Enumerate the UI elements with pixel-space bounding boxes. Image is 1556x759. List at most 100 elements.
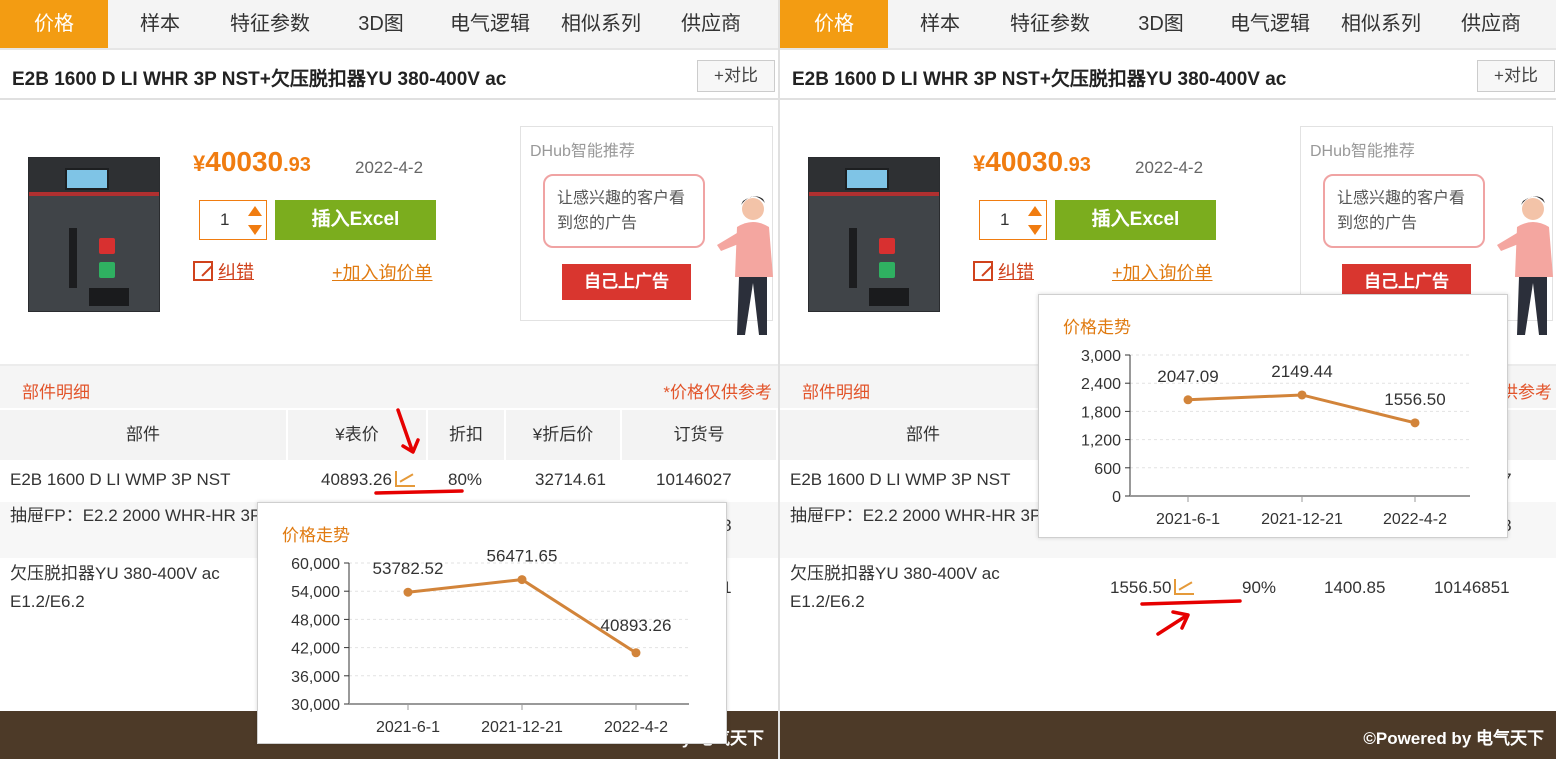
tab-suppliers[interactable]: 供应商: [673, 0, 749, 48]
col-net-price: ¥折后价: [506, 410, 622, 460]
tab-price[interactable]: 价格: [0, 0, 108, 48]
title-bar: E2B 1600 D LI WHR 3P NST+欠压脱扣器YU 380-400…: [0, 52, 778, 100]
decrement-icon[interactable]: [1028, 225, 1042, 235]
product-image: [808, 157, 940, 312]
tab-bar: 价格 样本 特征参数 3D图 电气逻辑 相似系列 供应商: [0, 0, 778, 50]
y-tick-label: 48,000: [291, 612, 340, 629]
x-tick-label: 2021-12-21: [481, 719, 563, 736]
data-label: 53782.52: [373, 559, 444, 578]
ad-box: DHub智能推荐 让感兴趣的客户看到您的广告 自己上广告: [520, 126, 773, 335]
left-panel: 价格 样本 特征参数 3D图 电气逻辑 相似系列 供应商 E2B 1600 D …: [0, 0, 778, 759]
compare-button[interactable]: +对比: [697, 60, 775, 92]
price-trend-popup: 价格走势 30,000 36,000 42,000 48,000 54,000 60,00…: [257, 502, 727, 744]
price-trend-icon[interactable]: [394, 471, 415, 487]
col-list-price: ¥表价: [288, 410, 428, 460]
y-tick-label: 600: [1094, 461, 1121, 478]
price: ¥40030.93: [973, 146, 1091, 177]
tab-similar-series[interactable]: 相似系列: [1333, 0, 1429, 48]
quantity-value: 1: [1000, 210, 1010, 229]
edit-icon: [193, 261, 213, 281]
price-trend-icon[interactable]: [1174, 579, 1195, 595]
price: ¥40030.93: [193, 146, 311, 177]
tab-3d[interactable]: 3D图: [350, 0, 412, 48]
col-part: 部件: [780, 410, 1068, 460]
parts-section-header: 部件明细 *价格仅供参考: [0, 364, 778, 408]
tab-electrical-logic[interactable]: 电气逻辑: [442, 0, 538, 48]
price-trend-popup: 价格走势 0 600 1,200 1,800 2,400 3,000 2021-6-1 202…: [1038, 294, 1508, 538]
y-tick-label: 36,000: [291, 669, 340, 686]
data-label: 40893.26: [601, 616, 672, 635]
x-tick-label: 2021-12-21: [1261, 511, 1343, 528]
quantity-stepper[interactable]: 1: [199, 200, 267, 240]
increment-icon[interactable]: [248, 206, 262, 216]
data-point: [631, 648, 641, 658]
tab-suppliers[interactable]: 供应商: [1453, 0, 1529, 48]
footer: ©Powered by 电气天下: [780, 711, 1556, 759]
report-error-link[interactable]: 纠错: [973, 258, 1034, 284]
add-inquiry-link[interactable]: +加入询价单: [1112, 259, 1213, 285]
ad-box: DHub智能推荐 让感兴趣的客户看到您的广告 自己上广告: [1300, 126, 1553, 335]
y-tick-label: 3,000: [1081, 348, 1121, 365]
price-trend-chart: 30,000 36,000 42,000 48,000 54,000 60,000 2021…: [291, 547, 689, 736]
data-point: [1183, 395, 1193, 405]
tab-similar-series[interactable]: 相似系列: [553, 0, 649, 48]
add-inquiry-link[interactable]: +加入询价单: [332, 259, 433, 285]
ad-title: DHub智能推荐: [530, 143, 635, 160]
compare-button[interactable]: +对比: [1477, 60, 1555, 92]
price-trend-chart: 0 600 1,200 1,800 2,400 3,000 2021-6-1 2021-12-…: [1081, 348, 1470, 528]
advertise-button[interactable]: 自己上广告: [562, 264, 691, 300]
tab-price[interactable]: 价格: [780, 0, 888, 48]
data-label: 56471.65: [487, 547, 558, 566]
product-image: [28, 157, 160, 312]
table-row: E2B 1600 D LI WMP 3P NST 40893.26 80% 32…: [10, 470, 732, 489]
y-tick-label: 30,000: [291, 697, 340, 714]
price-date: 2022-4-2: [1135, 158, 1204, 177]
tab-sample[interactable]: 样本: [128, 0, 192, 48]
data-point: [403, 587, 413, 597]
tab-features[interactable]: 特征参数: [218, 0, 322, 48]
y-tick-label: 1,200: [1081, 433, 1121, 450]
y-tick-label: 1,800: [1081, 404, 1121, 421]
data-point: [1410, 418, 1420, 428]
ad-bubble: 让感兴趣的客户看到您的广告: [543, 174, 705, 248]
parts-section-title: 部件明细: [22, 383, 90, 402]
footer-text: ©Powered by 电气天下: [1363, 729, 1544, 748]
decrement-icon[interactable]: [248, 225, 262, 235]
tab-bar: 价格 样本 特征参数 3D图 电气逻辑 相似系列 供应商: [780, 0, 1556, 50]
y-tick-label: 54,000: [291, 584, 340, 601]
y-tick-label: 2,400: [1081, 376, 1121, 393]
insert-excel-button[interactable]: 插入Excel: [1055, 200, 1216, 240]
product-title: E2B 1600 D LI WHR 3P NST+欠压脱扣器YU 380-400…: [792, 69, 1287, 90]
col-part: 部件: [0, 410, 288, 460]
product-title: E2B 1600 D LI WHR 3P NST+欠压脱扣器YU 380-400…: [12, 69, 507, 90]
tab-features[interactable]: 特征参数: [998, 0, 1102, 48]
tab-3d[interactable]: 3D图: [1130, 0, 1192, 48]
person-illustration: [717, 196, 773, 335]
y-tick-label: 0: [1112, 489, 1121, 506]
table-header: 部件 ¥表价 折扣 ¥折后价 订货号: [0, 410, 778, 460]
quantity-value: 1: [220, 210, 230, 229]
table-row: 欠压脱扣器YU 380-400V ac E1.2/E6.2 1556.50 90…: [790, 564, 1510, 611]
tab-electrical-logic[interactable]: 电气逻辑: [1222, 0, 1318, 48]
increment-icon[interactable]: [1028, 206, 1042, 216]
data-point: [517, 575, 527, 585]
x-tick-label: 2021-6-1: [376, 719, 440, 736]
data-point: [1297, 390, 1307, 400]
ad-title: DHub智能推荐: [1310, 143, 1415, 160]
data-label: 2047.09: [1157, 367, 1218, 386]
report-error-link[interactable]: 纠错: [193, 258, 254, 284]
right-panel: 价格 样本 特征参数 3D图 电气逻辑 相似系列 供应商 E2B 1600 D …: [778, 0, 1556, 759]
tab-sample[interactable]: 样本: [908, 0, 972, 48]
x-tick-label: 2022-4-2: [1383, 511, 1447, 528]
quantity-stepper[interactable]: 1: [979, 200, 1047, 240]
x-tick-label: 2021-6-1: [1156, 511, 1220, 528]
insert-excel-button[interactable]: 插入Excel: [275, 200, 436, 240]
parts-section-title: 部件明细: [802, 383, 870, 402]
data-label: 1556.50: [1384, 390, 1445, 409]
edit-icon: [973, 261, 993, 281]
data-label: 2149.44: [1271, 362, 1332, 381]
y-tick-label: 42,000: [291, 641, 340, 658]
col-order-no: 订货号: [622, 410, 778, 460]
price-date: 2022-4-2: [355, 158, 424, 177]
x-tick-label: 2022-4-2: [604, 719, 668, 736]
